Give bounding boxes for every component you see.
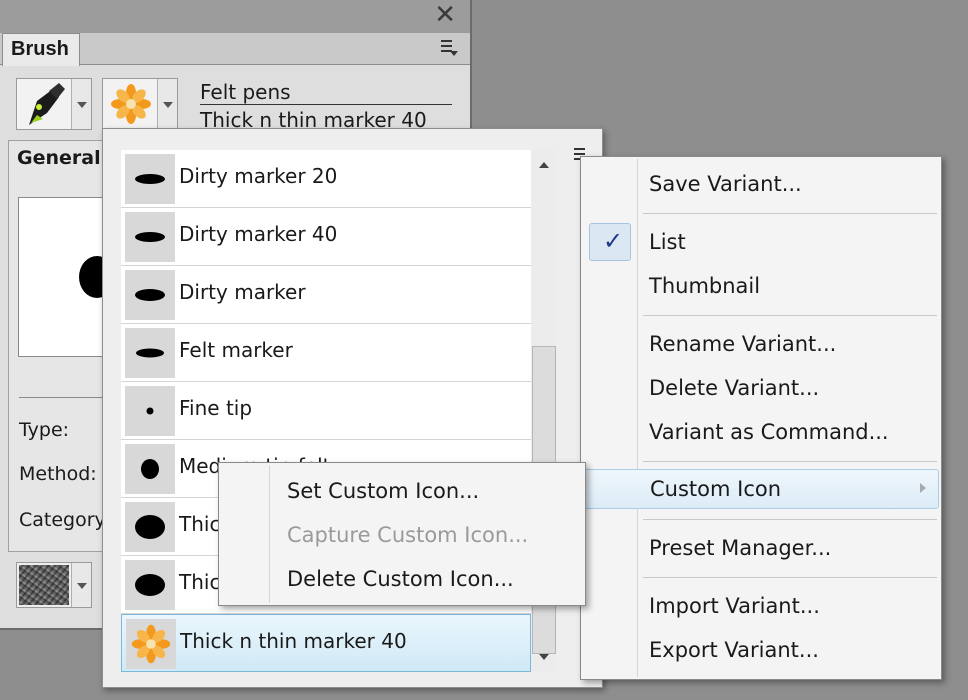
check-indicator: ✓ [589, 223, 631, 261]
custom-icon-submenu: Set Custom Icon... Capture Custom Icon..… [218, 462, 586, 606]
check-icon: ✓ [603, 227, 624, 255]
tab-brush[interactable]: Brush [2, 33, 80, 66]
menu-separator [643, 213, 937, 214]
chevron-down-icon[interactable] [71, 563, 91, 607]
flat-stroke-icon [125, 270, 175, 320]
list-item-selected[interactable]: Thick n thin marker 40 [121, 614, 531, 672]
dot-icon [125, 444, 175, 494]
flower-icon [126, 619, 176, 669]
panel-menu-icon[interactable] [440, 39, 458, 57]
dab-preview [18, 197, 115, 357]
chevron-down-icon[interactable] [71, 79, 91, 129]
menu-separator [643, 315, 937, 316]
felt-pen-icon [29, 83, 65, 125]
panel-titlebar[interactable]: ✕ [0, 0, 470, 33]
general-section: General Type: Method: Category: [8, 140, 115, 552]
list-item[interactable]: Felt marker [121, 324, 531, 382]
paper-texture-swatch [19, 565, 69, 605]
oval-icon [125, 502, 175, 552]
list-item[interactable]: Dirty marker [121, 266, 531, 324]
flat-stroke-icon [125, 154, 175, 204]
brush-category-picker[interactable] [16, 78, 92, 130]
category-label: Category: [19, 509, 111, 531]
divider [19, 397, 113, 398]
flat-stroke-icon [125, 328, 175, 378]
menu-item-custom-icon[interactable]: Custom Icon [583, 469, 939, 509]
close-icon[interactable]: ✕ [434, 2, 456, 28]
menu-separator [643, 577, 937, 578]
menu-separator [643, 461, 937, 462]
menu-item-thumbnail[interactable]: Thumbnail [583, 267, 939, 307]
menu-item-delete-custom-icon[interactable]: Delete Custom Icon... [221, 555, 583, 595]
menu-item-variant-as-command[interactable]: Variant as Command... [583, 413, 939, 453]
menu-item-import-variant[interactable]: Import Variant... [583, 587, 939, 627]
menu-item-save-variant[interactable]: Save Variant... [583, 165, 939, 205]
list-item[interactable]: Fine tip [121, 382, 531, 440]
chevron-right-icon [920, 483, 926, 493]
list-item[interactable]: Dirty marker 40 [121, 208, 531, 266]
menu-item-preset-manager[interactable]: Preset Manager... [583, 529, 939, 569]
tab-strip: Brush [0, 33, 470, 66]
flower-icon [111, 84, 151, 124]
scroll-up-icon[interactable] [539, 162, 549, 168]
flat-stroke-icon [125, 212, 175, 262]
oval-icon [125, 560, 175, 610]
menu-separator [643, 519, 937, 520]
method-label: Method: [19, 463, 97, 485]
brush-variant-picker[interactable] [102, 78, 178, 130]
chevron-down-icon[interactable] [157, 79, 177, 129]
menu-item-export-variant[interactable]: Export Variant... [583, 631, 939, 671]
general-heading: General [17, 147, 101, 169]
menu-item-rename-variant[interactable]: Rename Variant... [583, 325, 939, 365]
menu-item-list[interactable]: ✓ List [583, 223, 939, 263]
dot-icon [125, 386, 175, 436]
menu-item-set-custom-icon[interactable]: Set Custom Icon... [221, 467, 583, 507]
scroll-down-icon[interactable] [539, 654, 549, 660]
type-label: Type: [19, 419, 70, 441]
list-item[interactable]: Dirty marker 20 [121, 150, 531, 208]
variant-context-menu: Save Variant... ✓ List Thumbnail Rename … [580, 156, 942, 680]
brush-category-name: Felt pens [200, 80, 452, 105]
paper-texture-picker[interactable] [16, 562, 92, 608]
menu-item-delete-variant[interactable]: Delete Variant... [583, 369, 939, 409]
menu-item-capture-custom-icon: Capture Custom Icon... [287, 523, 529, 547]
